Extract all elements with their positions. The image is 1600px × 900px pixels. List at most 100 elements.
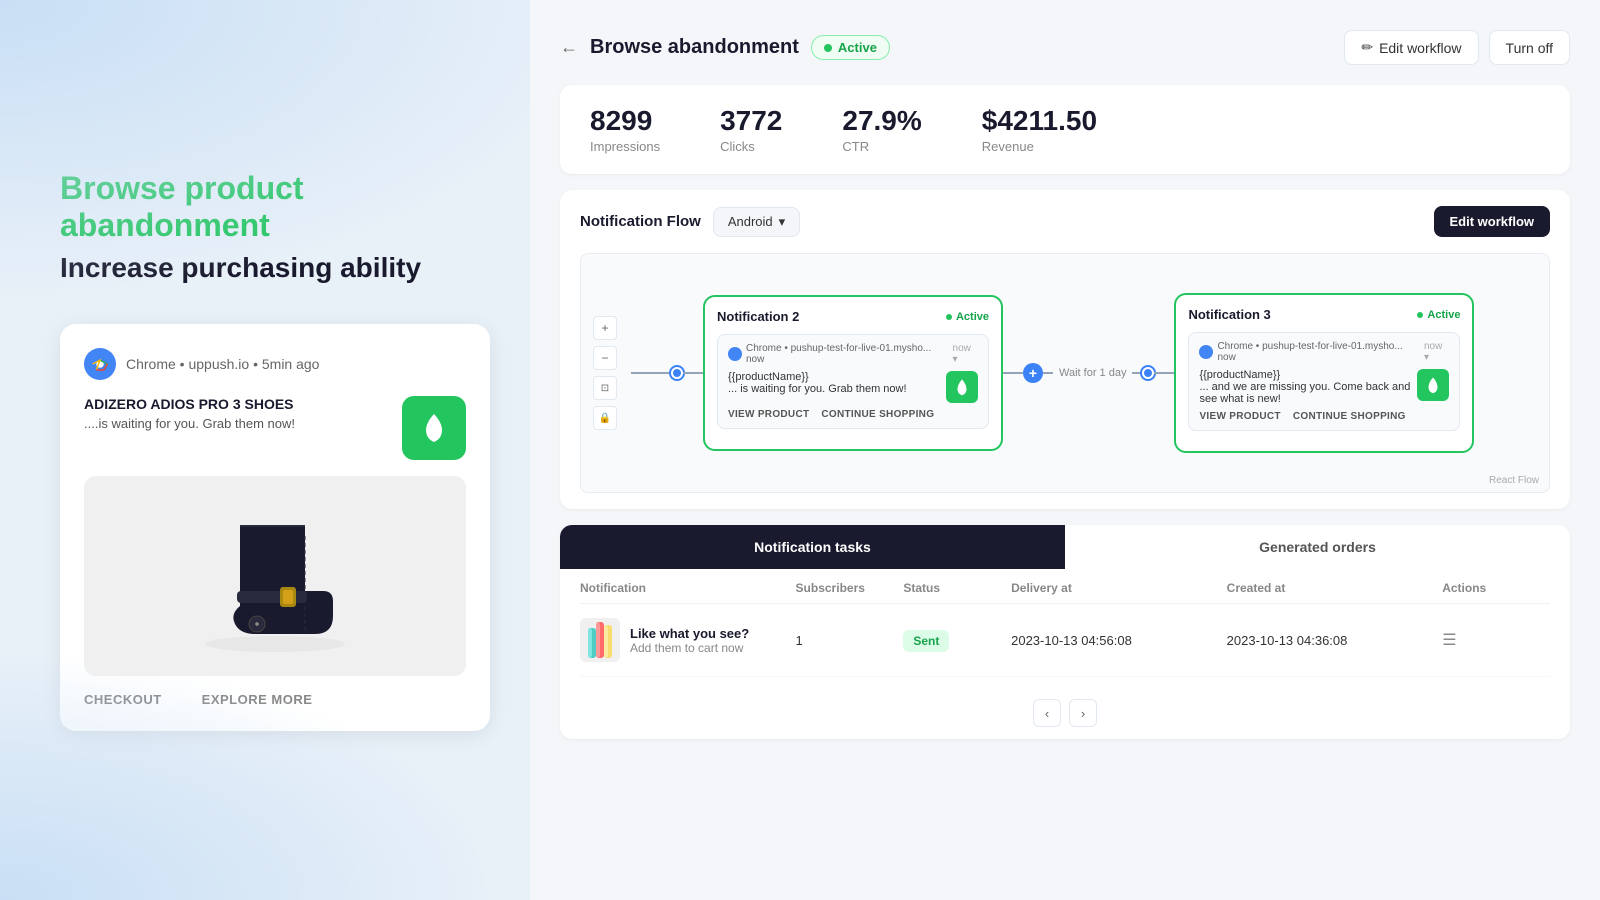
platform-selector[interactable]: Android ▾	[713, 207, 800, 237]
table-header: Notification Subscribers Status Delivery…	[580, 569, 1550, 604]
notif2-action1: VIEW PRODUCT	[728, 409, 809, 420]
notif2-chrome-meta: Chrome • pushup-test-for-live-01.mysho..…	[746, 343, 947, 365]
right-panel: ← Browse abandonment Active ✏ Edit workf…	[530, 0, 1600, 900]
ctr-value: 27.9%	[842, 105, 921, 137]
zoom-in-button[interactable]: +	[593, 316, 617, 340]
back-button[interactable]: ←	[560, 37, 578, 58]
platform-label: Android	[728, 214, 773, 229]
notif2-preview: Chrome • pushup-test-for-live-01.mysho..…	[717, 334, 989, 429]
th-status: Status	[903, 581, 1011, 595]
ctr-label: CTR	[842, 139, 921, 154]
pagination: ‹ ›	[560, 687, 1570, 739]
notification-2-card[interactable]: Notification 2 Active Chrome • pushup-te…	[703, 295, 1003, 451]
page-title: Browse abandonment	[590, 36, 799, 59]
td-notification: Like what you see? Add them to cart now	[580, 618, 796, 662]
entry-connector	[631, 367, 703, 379]
notif3-line2: ... and we are missing you. Come back an…	[1199, 381, 1417, 405]
actions-icon[interactable]: ☰	[1442, 632, 1456, 649]
notif-icon-green	[402, 396, 466, 460]
chrome-icon	[84, 348, 116, 380]
mini-chrome-icon-3	[1199, 345, 1213, 359]
td-delivery: 2023-10-13 04:56:08	[1011, 633, 1227, 648]
td-actions[interactable]: ☰	[1442, 630, 1550, 650]
stat-ctr: 27.9% CTR	[842, 105, 921, 154]
notif2-line1: {{productName}}	[728, 371, 907, 383]
tab-notification-tasks[interactable]: Notification tasks	[560, 525, 1065, 569]
td-created: 2023-10-13 04:36:08	[1227, 633, 1443, 648]
edit-icon: ✏	[1361, 39, 1373, 56]
stat-revenue: $4211.50 Revenue	[982, 105, 1097, 154]
tabs-header: Notification tasks Generated orders	[560, 525, 1570, 569]
entry-dot	[671, 367, 683, 379]
flow-canvas: + − ⊡ 🔒 Notification 2	[580, 253, 1550, 493]
tabs-section: Notification tasks Generated orders Noti…	[560, 525, 1570, 739]
next-page-button[interactable]: ›	[1069, 699, 1097, 727]
notif-name: Like what you see?	[630, 626, 749, 641]
product-thumbnail	[580, 618, 620, 662]
connector-dot	[1142, 367, 1154, 379]
th-delivery: Delivery at	[1011, 581, 1227, 595]
active-badge: Active	[811, 35, 890, 60]
notif-meta: Chrome • uppush.io • 5min ago	[126, 356, 319, 372]
active-dot	[824, 44, 832, 52]
notif2-status-badge: Active	[946, 311, 989, 323]
edit-flow-button[interactable]: Edit workflow	[1434, 206, 1551, 237]
chevron-down-icon: ▾	[779, 214, 786, 230]
product-name: ADIZERO ADIOS PRO 3 SHOES	[84, 396, 295, 412]
turn-off-button[interactable]: Turn off	[1489, 30, 1570, 65]
table-container: Notification Subscribers Status Delivery…	[560, 569, 1570, 687]
stat-impressions: 8299 Impressions	[590, 105, 660, 154]
react-flow-label: React Flow	[1489, 475, 1539, 486]
fit-view-button[interactable]: ⊡	[593, 376, 617, 400]
th-subscribers: Subscribers	[796, 581, 904, 595]
notif3-status-label: Active	[1427, 309, 1460, 321]
product-image-area	[84, 476, 466, 676]
status-badge: Sent	[903, 630, 949, 652]
notif3-action1: VIEW PRODUCT	[1199, 411, 1280, 422]
notif3-status-badge: Active	[1417, 309, 1460, 321]
flow-nodes: Notification 2 Active Chrome • pushup-te…	[581, 254, 1549, 492]
tab-generated-orders[interactable]: Generated orders	[1065, 525, 1570, 569]
table-row: Like what you see? Add them to cart now …	[580, 604, 1550, 677]
stat-clicks: 3772 Clicks	[720, 105, 782, 154]
revenue-label: Revenue	[982, 139, 1097, 154]
impressions-label: Impressions	[590, 139, 660, 154]
notif3-active-dot	[1417, 312, 1423, 318]
lock-button[interactable]: 🔒	[593, 406, 617, 430]
notif2-title: Notification 2	[717, 309, 799, 324]
notif3-action2: CONTINUE SHOPPING	[1293, 411, 1406, 422]
mini-chrome-icon	[728, 347, 742, 361]
notif3-preview: Chrome • pushup-test-for-live-01.mysho..…	[1188, 332, 1460, 431]
th-notification: Notification	[580, 581, 796, 595]
notif3-chrome-meta: Chrome • pushup-test-for-live-01.mysho..…	[1217, 341, 1418, 363]
notif3-title: Notification 3	[1188, 307, 1270, 322]
notif2-line2: ... is waiting for you. Grab them now!	[728, 383, 907, 395]
wait-label: Wait for 1 day	[1053, 367, 1132, 379]
flow-section: Notification Flow Android ▾ Edit workflo…	[560, 190, 1570, 509]
notification-preview: Chrome • uppush.io • 5min ago ADIZERO AD…	[60, 324, 490, 731]
notif3-icon	[1417, 369, 1449, 401]
product-desc: ....is waiting for you. Grab them now!	[84, 416, 295, 431]
notif2-action2: CONTINUE SHOPPING	[821, 409, 934, 420]
clicks-value: 3772	[720, 105, 782, 137]
edit-workflow-button[interactable]: ✏ Edit workflow	[1344, 30, 1478, 65]
notif2-active-dot	[946, 314, 952, 320]
notif2-status-label: Active	[956, 311, 989, 323]
add-node-button[interactable]: +	[1023, 363, 1043, 383]
left-panel: Browse product abandonment Increase purc…	[0, 0, 530, 900]
notification-3-card[interactable]: Notification 3 Active Chrome • pushup-te…	[1174, 293, 1474, 453]
active-label: Active	[838, 40, 877, 55]
th-actions: Actions	[1442, 581, 1550, 595]
page-header: ← Browse abandonment Active ✏ Edit workf…	[560, 30, 1570, 65]
flow-title: Notification Flow	[580, 213, 701, 230]
th-created: Created at	[1227, 581, 1443, 595]
notif2-icon	[946, 371, 978, 403]
impressions-value: 8299	[590, 105, 660, 137]
notif3-line1: {{productName}}	[1199, 369, 1417, 381]
zoom-out-button[interactable]: −	[593, 346, 617, 370]
revenue-value: $4211.50	[982, 105, 1097, 137]
stats-bar: 8299 Impressions 3772 Clicks 27.9% CTR $…	[560, 85, 1570, 174]
clicks-label: Clicks	[720, 139, 782, 154]
td-subscribers: 1	[796, 633, 904, 648]
prev-page-button[interactable]: ‹	[1033, 699, 1061, 727]
